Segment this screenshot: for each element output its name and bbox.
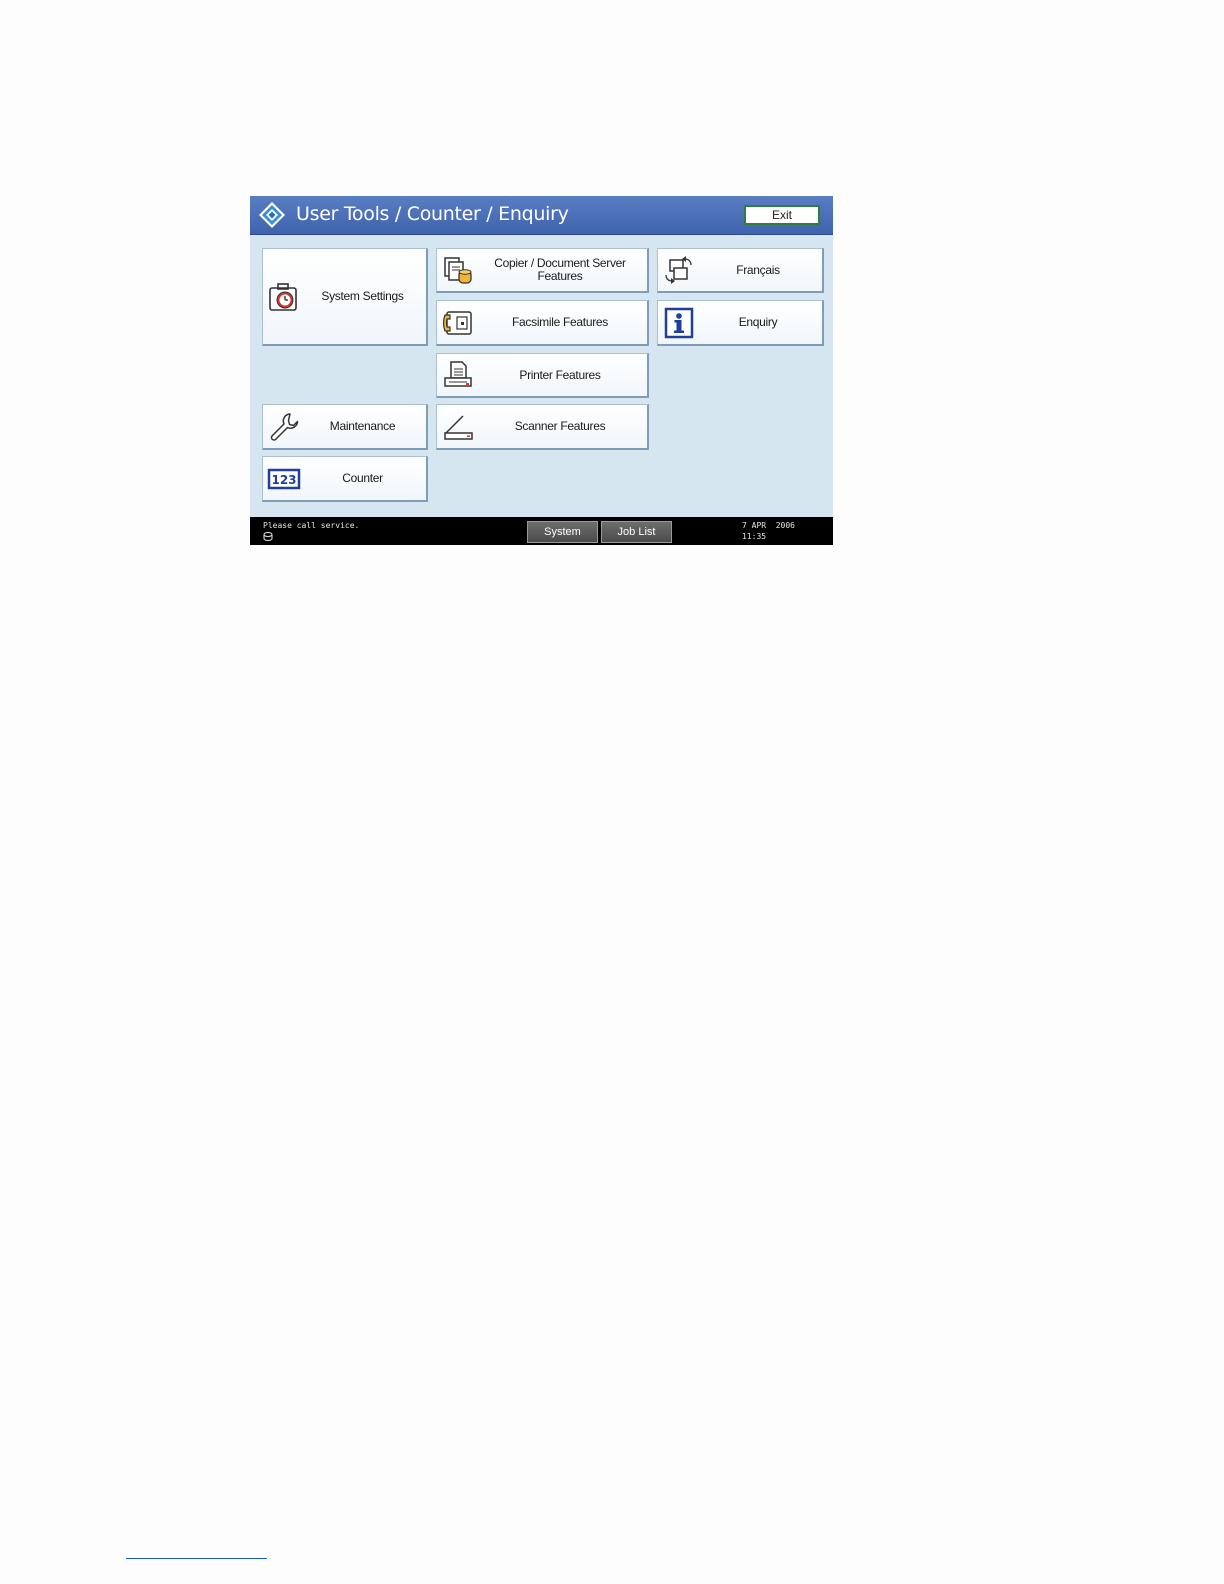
copier-document-server-icon bbox=[444, 257, 472, 284]
date-time: 7 APR 2006 11:35 bbox=[742, 520, 795, 542]
copier-document-server-button[interactable]: Copier / Document Server Features bbox=[436, 248, 649, 293]
copier-document-server-label: Copier / Document Server Features bbox=[494, 256, 626, 283]
maintenance-label: Maintenance bbox=[329, 419, 396, 433]
counter-icon-text: 123 bbox=[271, 473, 296, 487]
page: User Tools / Counter / Enquiry Exit Syst… bbox=[0, 0, 1224, 1584]
window-title: User Tools / Counter / Enquiry bbox=[296, 203, 569, 225]
control-panel-screen: User Tools / Counter / Enquiry Exit Syst… bbox=[250, 196, 833, 545]
facsimile-features-button[interactable]: Facsimile Features bbox=[436, 300, 649, 346]
status-date: 7 APR 2006 bbox=[742, 521, 795, 530]
info-icon bbox=[664, 307, 694, 338]
system-status-button[interactable]: System Status bbox=[527, 521, 598, 543]
title-bar: User Tools / Counter / Enquiry Exit bbox=[250, 196, 833, 235]
printer-features-button[interactable]: Printer Features bbox=[436, 353, 649, 398]
user-tools-logo-icon bbox=[259, 202, 285, 228]
language-switch-icon bbox=[665, 256, 692, 284]
printer-icon bbox=[444, 361, 472, 387]
printer-features-label: Printer Features bbox=[519, 367, 601, 382]
enquiry-button[interactable]: Enquiry bbox=[657, 300, 824, 346]
facsimile-features-label: Facsimile Features bbox=[512, 315, 608, 329]
scanner-features-button[interactable]: Scanner Features bbox=[436, 404, 649, 450]
status-message: Please call service. bbox=[263, 521, 360, 530]
status-indicator-icon bbox=[263, 532, 273, 541]
facsimile-icon bbox=[442, 310, 472, 335]
scanner-features-label: Scanner Features bbox=[514, 419, 606, 433]
system-settings-icon bbox=[269, 282, 297, 311]
maintenance-button[interactable]: Maintenance bbox=[262, 404, 428, 450]
job-list-button[interactable]: Job List bbox=[601, 521, 672, 543]
counter-button[interactable]: 123 Counter bbox=[262, 456, 428, 502]
francais-label: Français bbox=[736, 262, 780, 277]
counter-123-icon: 123 bbox=[267, 468, 301, 489]
exit-button[interactable]: Exit bbox=[744, 205, 820, 225]
francais-button[interactable]: Français bbox=[657, 248, 824, 293]
status-time: 11:35 bbox=[742, 532, 767, 541]
system-settings-button[interactable]: System Settings bbox=[262, 248, 428, 346]
scanner-icon bbox=[444, 414, 473, 440]
enquiry-label: Enquiry bbox=[738, 315, 778, 329]
wrench-icon bbox=[270, 412, 299, 441]
counter-label: Counter bbox=[342, 471, 383, 485]
status-bar: Please call service. System Status Job L… bbox=[250, 517, 833, 545]
system-settings-label: System Settings bbox=[321, 289, 404, 303]
footnote-separator bbox=[126, 1558, 267, 1559]
